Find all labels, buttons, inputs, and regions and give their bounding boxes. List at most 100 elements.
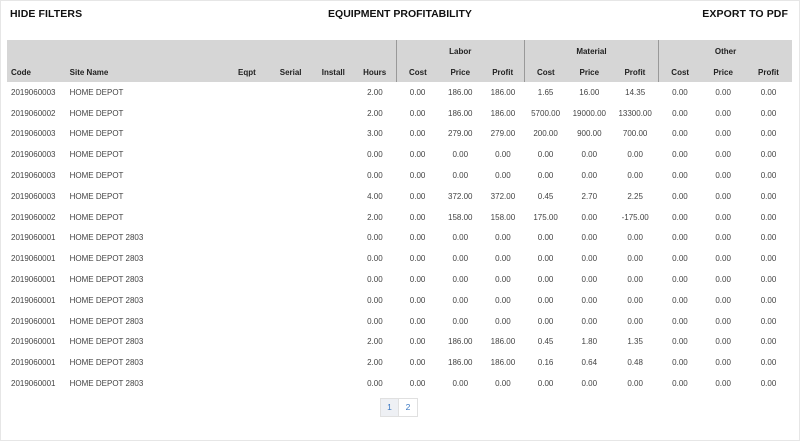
table-row[interactable]: 2019060001 HOME DEPOT 2803 0.00 0.00 0.00 0.0… — [7, 269, 792, 290]
column-header-serial[interactable]: Serial — [268, 62, 314, 82]
group-header-spacer — [7, 40, 397, 62]
cell-hours: 3.00 — [367, 129, 383, 139]
cell-material-cost: 200.00 — [533, 129, 558, 139]
cell-labor-profit: 186.00 — [490, 337, 516, 347]
cell-material-cost: 0.00 — [537, 275, 554, 285]
cell-hours: 0.00 — [367, 295, 383, 305]
cell-hours: 0.00 — [367, 233, 383, 243]
column-header-hours[interactable]: Hours — [353, 62, 397, 82]
cell-other-cost: 0.00 — [672, 129, 688, 139]
cell-eqpt — [226, 82, 269, 103]
cell-other-cost: 0.00 — [672, 358, 688, 368]
cell-other-profit: 0.00 — [760, 254, 777, 264]
table-row[interactable]: 2019060001 HOME DEPOT 2803 0.00 0.00 0.00 0.0… — [7, 228, 792, 249]
cell-eqpt — [226, 290, 269, 311]
cell-other-cost: 0.00 — [672, 212, 688, 222]
cell-material-price: 0.00 — [581, 254, 598, 264]
cell-material-price: 19000.00 — [572, 108, 606, 118]
column-header-other-cost[interactable]: Cost — [658, 62, 702, 82]
cell-material-price: 0.00 — [581, 233, 598, 243]
column-header-material-price[interactable]: Price — [566, 62, 612, 82]
cell-material-cost: 0.45 — [537, 337, 554, 347]
cell-material-cost: 0.00 — [537, 379, 554, 389]
table-row[interactable]: 2019060003 HOME DEPOT 3.00 0.00 279.00 279.00… — [7, 124, 792, 145]
column-header-install[interactable]: Install — [313, 62, 354, 82]
cell-serial — [268, 352, 313, 373]
cell-labor-price: 0.00 — [452, 316, 469, 326]
table-row[interactable]: 2019060003 HOME DEPOT 0.00 0.00 0.00 0.00 0.00… — [7, 144, 792, 165]
cell-install — [313, 269, 354, 290]
column-header-eqpt[interactable]: Eqpt — [225, 62, 269, 82]
cell-install — [313, 144, 354, 165]
cell-labor-price: 0.00 — [452, 275, 469, 285]
cell-labor-price: 186.00 — [448, 358, 473, 368]
table-row[interactable]: 2019060001 HOME DEPOT 2803 0.00 0.00 0.00 0.0… — [7, 311, 792, 332]
cell-eqpt — [226, 311, 269, 332]
table-row[interactable]: 2019060001 HOME DEPOT 2803 2.00 0.00 186.00 1… — [7, 352, 792, 373]
page-2-button[interactable]: 2 — [399, 398, 418, 417]
cell-material-cost: 1.65 — [537, 87, 554, 97]
column-header-material-cost[interactable]: Cost — [523, 62, 567, 82]
cell-labor-profit: 0.00 — [495, 379, 511, 389]
column-header-labor-price[interactable]: Price — [438, 62, 482, 82]
cell-labor-cost: 0.00 — [409, 233, 426, 243]
cell-site-name: HOME DEPOT 2803 — [69, 379, 144, 389]
cell-material-profit: 0.00 — [627, 295, 643, 305]
table-row[interactable]: 2019060002 HOME DEPOT 2.00 0.00 186.00 186.00… — [7, 103, 792, 124]
cell-code: 2019060001 — [11, 233, 56, 243]
cell-eqpt — [226, 332, 269, 353]
cell-material-profit: 14.35 — [625, 87, 646, 97]
cell-material-price: 0.00 — [581, 150, 598, 160]
cell-labor-profit: 158.00 — [490, 212, 516, 222]
cell-labor-price: 0.00 — [452, 379, 469, 389]
table-row[interactable]: 2019060001 HOME DEPOT 2803 0.00 0.00 0.00 0.0… — [7, 248, 792, 269]
cell-serial — [268, 82, 313, 103]
cell-labor-cost: 0.00 — [409, 337, 426, 347]
group-header-row: Labor Material Other — [7, 40, 792, 62]
column-header-labor-profit[interactable]: Profit — [481, 62, 525, 82]
cell-other-price: 0.00 — [715, 337, 731, 347]
table-row[interactable]: 2019060001 HOME DEPOT 2803 0.00 0.00 0.00 0.0… — [7, 290, 792, 311]
cell-code: 2019060001 — [11, 275, 56, 285]
column-header-site-name[interactable]: Site Name — [65, 62, 226, 82]
column-header-code[interactable]: Code — [7, 62, 66, 82]
column-header-other-price[interactable]: Price — [701, 62, 745, 82]
cell-labor-profit: 0.00 — [495, 233, 511, 243]
export-to-pdf-button[interactable]: EXPORT TO PDF — [702, 8, 788, 20]
cell-material-cost: 175.00 — [533, 212, 558, 222]
cell-material-price: 900.00 — [577, 129, 602, 139]
table-row[interactable]: 2019060001 HOME DEPOT 2803 0.00 0.00 0.00 0.0… — [7, 373, 792, 394]
cell-other-price: 0.00 — [715, 379, 731, 389]
group-header-labor: Labor — [395, 40, 525, 62]
cell-install — [313, 82, 354, 103]
column-header-material-profit[interactable]: Profit — [611, 62, 659, 82]
cell-material-cost: 5700.00 — [531, 108, 561, 118]
group-header-material: Material — [523, 40, 659, 62]
cell-install — [313, 311, 354, 332]
cell-labor-cost: 0.00 — [409, 108, 426, 118]
cell-labor-cost: 0.00 — [409, 316, 426, 326]
page-title: EQUIPMENT PROFITABILITY — [328, 8, 472, 20]
table-row[interactable]: 2019060003 HOME DEPOT 4.00 0.00 372.00 372.00… — [7, 186, 792, 207]
cell-site-name: HOME DEPOT 2803 — [69, 254, 144, 264]
table-row[interactable]: 2019060002 HOME DEPOT 2.00 0.00 158.00 158.00… — [7, 207, 792, 228]
table-row[interactable]: 2019060003 HOME DEPOT 2.00 0.00 186.00 186.00… — [7, 82, 792, 103]
cell-code: 2019060003 — [11, 129, 56, 139]
cell-material-profit: 0.00 — [627, 150, 643, 160]
table-row[interactable]: 2019060001 HOME DEPOT 2803 2.00 0.00 186.00 1… — [7, 332, 792, 353]
hide-filters-button[interactable]: HIDE FILTERS — [10, 8, 82, 20]
column-header-other-profit[interactable]: Profit — [744, 62, 792, 82]
cell-labor-price: 279.00 — [448, 129, 473, 139]
cell-material-profit: 0.00 — [627, 171, 643, 181]
cell-eqpt — [226, 269, 269, 290]
cell-other-profit: 0.00 — [760, 295, 777, 305]
table-row[interactable]: 2019060003 HOME DEPOT 0.00 0.00 0.00 0.00 0.00… — [7, 165, 792, 186]
cell-hours: 4.00 — [367, 191, 383, 201]
cell-other-profit: 0.00 — [760, 358, 777, 368]
cell-other-price: 0.00 — [715, 358, 731, 368]
column-header-labor-cost[interactable]: Cost — [395, 62, 439, 82]
cell-material-cost: 0.16 — [537, 358, 554, 368]
cell-labor-price: 0.00 — [452, 150, 469, 160]
page-1-button[interactable]: 1 — [380, 398, 399, 417]
cell-site-name: HOME DEPOT — [69, 150, 124, 160]
